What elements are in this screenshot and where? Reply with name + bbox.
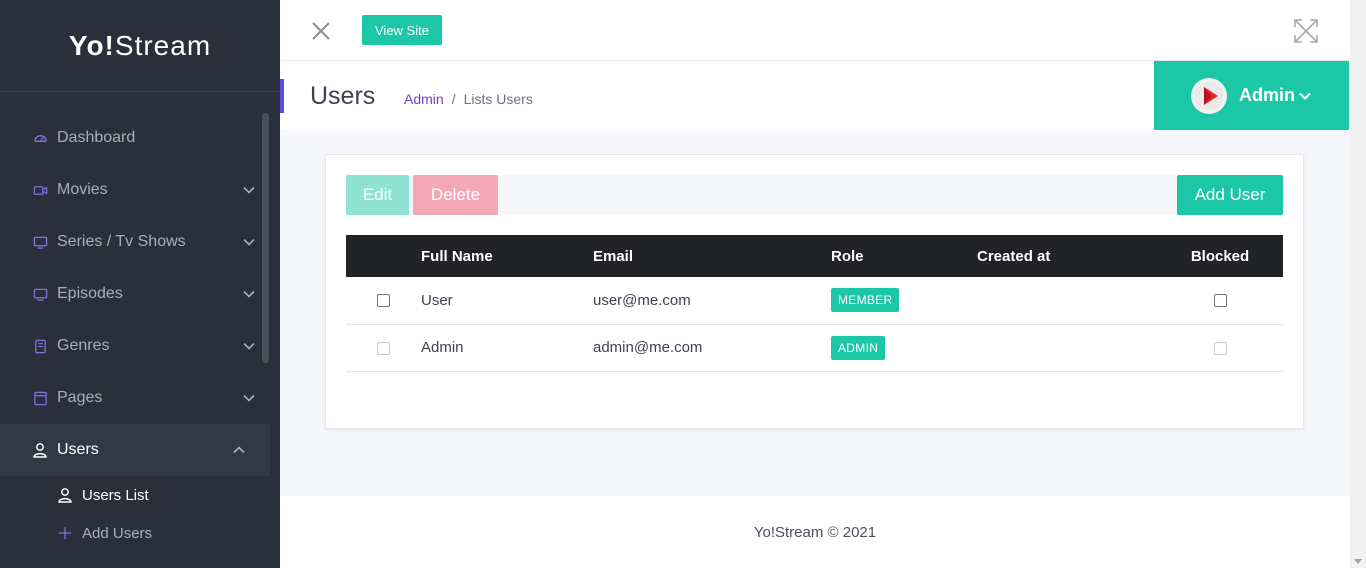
page-scrollbar[interactable] — [1350, 0, 1366, 568]
brand-logo-bold: Yo! — [68, 29, 115, 61]
chevron-down-icon — [242, 342, 256, 350]
chevron-down-icon — [1299, 89, 1311, 103]
table-row[interactable]: User user@me.com MEMBER — [346, 277, 1283, 324]
chevron-down-icon — [242, 290, 256, 298]
breadcrumb-admin-link[interactable]: Admin — [404, 91, 444, 107]
breadcrumb-separator: / — [451, 91, 456, 107]
sidebar-subitem-label: Add Users — [82, 524, 153, 542]
column-header-email[interactable]: Email — [593, 235, 831, 277]
chevron-down-icon — [242, 238, 256, 246]
monitor-icon — [32, 234, 48, 250]
brand-logo-rest: Stream — [114, 29, 212, 61]
account-name: Admin — [1239, 85, 1295, 105]
cell-full-name: User — [421, 291, 453, 309]
sidebar-item-pages[interactable]: Pages — [0, 372, 280, 424]
edit-button[interactable]: Edit — [346, 175, 409, 215]
breadcrumb-current: Lists Users — [463, 91, 533, 107]
user-icon — [57, 487, 73, 503]
sidebar-nav: Dashboard Movies Series / Tv Shows Episo… — [0, 92, 280, 552]
sidebar: Yo! Stream Dashboard Movies Series / Tv S… — [0, 0, 280, 568]
blocked-checkbox — [1213, 341, 1227, 355]
sidebar-item-label: Genres — [57, 337, 110, 354]
monitor-icon — [32, 286, 48, 302]
role-badge: MEMBER — [831, 288, 900, 313]
cell-created-at — [977, 277, 1157, 324]
sidebar-item-series[interactable]: Series / Tv Shows — [0, 216, 280, 268]
brand-logo[interactable]: Yo! Stream — [0, 0, 280, 92]
row-select-checkbox — [377, 341, 390, 355]
user-icon — [32, 442, 48, 458]
page-title: Users — [310, 82, 376, 110]
play-logo-icon — [1195, 81, 1223, 110]
avatar — [1191, 77, 1227, 114]
table-header-row: Full Name Email Role Created at Blocked — [346, 235, 1283, 277]
sidebar-item-label: Episodes — [57, 285, 123, 302]
cell-full-name: Admin — [421, 339, 464, 356]
column-header-blocked[interactable]: Blocked — [1157, 235, 1283, 277]
sidebar-item-movies[interactable]: Movies — [0, 164, 280, 216]
chevron-down-icon — [242, 394, 256, 402]
account-menu[interactable]: Admin — [1154, 61, 1349, 130]
table-row[interactable]: Admin admin@me.com ADMIN — [346, 324, 1283, 371]
sidebar-item-users[interactable]: Users — [0, 424, 270, 476]
row-select-checkbox[interactable] — [377, 294, 390, 308]
cell-email: user@me.com — [593, 291, 691, 309]
topbar: View Site — [280, 0, 1350, 61]
sidebar-item-genres[interactable]: Genres — [0, 320, 280, 372]
cell-email: admin@me.com — [593, 339, 703, 356]
page-header: Users Admin / Lists Users Admin — [280, 61, 1350, 130]
footer: Yo!Stream © 2021 — [280, 496, 1350, 568]
add-user-button[interactable]: Add User — [1177, 175, 1283, 215]
sidebar-item-episodes[interactable]: Episodes — [0, 268, 280, 320]
sidebar-item-label: Pages — [57, 389, 103, 406]
cell-created-at — [977, 324, 1157, 371]
header-accent-bar — [280, 79, 284, 113]
view-site-button[interactable]: View Site — [362, 15, 442, 45]
page-icon — [32, 390, 48, 406]
sidebar-item-label: Movies — [57, 181, 108, 198]
sidebar-item-label: Dashboard — [57, 129, 136, 146]
chevron-up-icon — [232, 446, 246, 454]
sidebar-subitem-label: Users List — [82, 486, 149, 504]
table-toolbar: Edit Delete Add User — [346, 175, 1283, 215]
sidebar-scrollbar[interactable] — [262, 113, 269, 363]
breadcrumb: Admin / Lists Users — [404, 91, 533, 107]
column-header-full-name[interactable]: Full Name — [421, 235, 593, 277]
book-icon — [32, 338, 48, 354]
dashboard-icon — [32, 130, 48, 146]
chevron-down-icon — [242, 186, 256, 194]
video-camera-icon — [32, 182, 48, 198]
footer-copyright: Yo!Stream © 2021 — [753, 523, 877, 541]
sidebar-item-dashboard[interactable]: Dashboard — [0, 112, 280, 164]
close-icon[interactable] — [310, 20, 332, 42]
sidebar-item-label: Series / Tv Shows — [57, 233, 186, 250]
sidebar-subitem-users-list[interactable]: Users List — [0, 476, 280, 514]
role-badge: ADMIN — [831, 335, 886, 360]
sidebar-subitem-add-users[interactable]: Add Users — [0, 514, 280, 552]
column-header-created-at[interactable]: Created at — [977, 235, 1157, 277]
users-table: Full Name Email Role Created at Blocked … — [346, 235, 1283, 372]
sidebar-item-label: Users — [57, 441, 99, 458]
scroll-down-arrow-icon[interactable] — [1354, 559, 1362, 564]
blocked-checkbox[interactable] — [1213, 294, 1227, 308]
users-card: Edit Delete Add User Full Name Email Rol… — [325, 154, 1304, 429]
column-header-select — [346, 235, 421, 277]
plus-icon — [57, 525, 73, 541]
fullscreen-icon[interactable] — [1293, 18, 1319, 44]
column-header-role[interactable]: Role — [831, 235, 977, 277]
delete-button[interactable]: Delete — [413, 175, 498, 215]
